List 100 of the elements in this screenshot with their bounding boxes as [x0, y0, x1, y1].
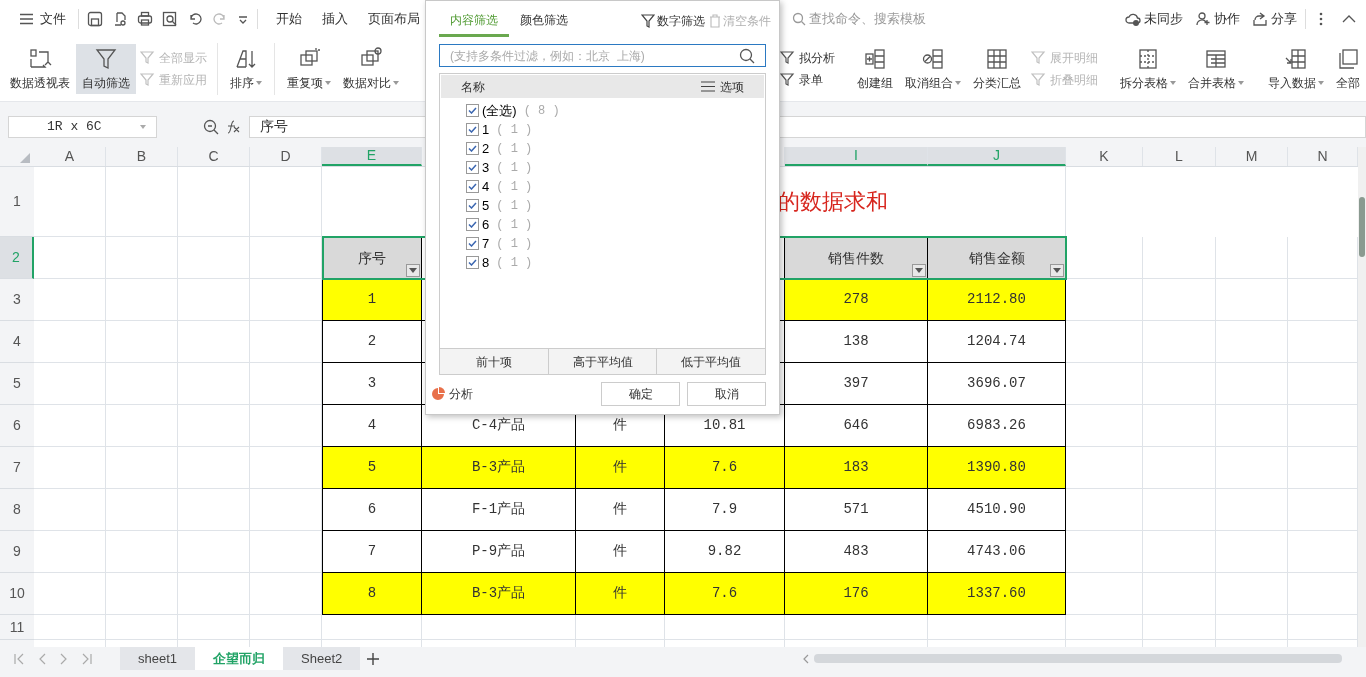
ribbon-tab[interactable]: 插入	[312, 8, 358, 29]
sheet-cell[interactable]	[1143, 405, 1216, 447]
sheet-cell[interactable]	[34, 363, 106, 405]
horizontal-scrollbar-thumb[interactable]	[814, 654, 1342, 663]
ribbon-button[interactable]: 拟分析	[780, 49, 835, 67]
sheet-cell[interactable]	[1066, 531, 1143, 573]
column-header[interactable]: M	[1216, 147, 1288, 166]
sheet-cell[interactable]	[1216, 531, 1288, 573]
ribbon-button[interactable]: 导入数据	[1262, 44, 1330, 94]
filter-option[interactable]: 3 ( 1 )	[466, 158, 533, 177]
sheet-tab[interactable]: Sheet2	[283, 647, 361, 670]
sheet-cell[interactable]	[34, 531, 106, 573]
sheet-cell[interactable]	[178, 321, 250, 363]
column-header[interactable]: C	[178, 147, 250, 166]
export-icon[interactable]	[112, 10, 128, 27]
sheet-cell[interactable]	[1143, 489, 1216, 531]
options-button[interactable]: 选项	[701, 77, 744, 96]
filter-option[interactable]: 7 ( 1 )	[466, 234, 533, 253]
sheet-cell[interactable]	[106, 573, 178, 615]
sheet-cell[interactable]	[1066, 615, 1143, 640]
preview-icon[interactable]	[162, 10, 178, 27]
toolbar-button[interactable]: 协作	[1195, 8, 1240, 29]
sheet-cell[interactable]	[178, 447, 250, 489]
sheet-cell[interactable]	[1216, 237, 1288, 279]
sheet-cell[interactable]	[34, 489, 106, 531]
sheet-cell[interactable]	[1143, 279, 1216, 321]
sheet-cell[interactable]	[34, 447, 106, 489]
filter-option[interactable]: 6 ( 1 )	[466, 215, 533, 234]
sheet-cell[interactable]	[1143, 237, 1216, 279]
filter-tab[interactable]: 内容筛选	[439, 5, 509, 37]
column-header[interactable]: K	[1066, 147, 1143, 166]
row-header[interactable]	[0, 640, 34, 647]
sheet-cell[interactable]	[422, 615, 576, 640]
sheet-cell[interactable]	[1216, 573, 1288, 615]
sheet-cell[interactable]	[34, 167, 106, 237]
ribbon-button[interactable]: 自动筛选	[76, 44, 136, 94]
column-header[interactable]: L	[1143, 147, 1216, 166]
sheet-cell[interactable]	[106, 447, 178, 489]
sheet-cell[interactable]	[1066, 405, 1143, 447]
sheet-cell[interactable]	[1216, 363, 1288, 405]
sheet-cell[interactable]	[106, 363, 178, 405]
filter-dropdown-button[interactable]	[1050, 264, 1064, 277]
column-header[interactable]: A	[34, 147, 106, 166]
sheet-cell[interactable]	[106, 237, 178, 279]
sheet-cell[interactable]	[1216, 615, 1288, 640]
ok-button[interactable]: 确定	[601, 382, 680, 406]
filter-dropdown-button[interactable]	[912, 264, 926, 277]
vertical-scrollbar[interactable]	[1358, 147, 1366, 647]
filter-option[interactable]: 1 ( 1 )	[466, 120, 533, 139]
scroll-left-icon[interactable]	[802, 653, 810, 664]
sheet-cell[interactable]	[1143, 363, 1216, 405]
cancel-button[interactable]: 取消	[687, 382, 766, 406]
sheet-cell[interactable]	[1216, 321, 1288, 363]
ribbon-button[interactable]: 重复项	[281, 44, 337, 94]
row-header[interactable]: 7	[0, 447, 34, 489]
ribbon-button[interactable]: 排序	[224, 44, 268, 94]
save-icon[interactable]	[87, 10, 103, 27]
sheet-cell[interactable]	[34, 321, 106, 363]
filter-dropdown-button[interactable]	[406, 264, 420, 277]
select-all-icon[interactable]	[20, 153, 30, 163]
quick-filter-button[interactable]: 低于平均值	[656, 349, 765, 374]
sheet-cell[interactable]	[1143, 447, 1216, 489]
sheet-cell[interactable]	[106, 531, 178, 573]
row-header[interactable]: 6	[0, 405, 34, 447]
undo-icon[interactable]	[187, 10, 203, 27]
file-menu[interactable]: 文件	[15, 8, 70, 29]
ribbon-button[interactable]: 录单	[780, 71, 835, 89]
toolbar-button[interactable]: 未同步	[1125, 8, 1183, 29]
sheet-cell[interactable]	[34, 573, 106, 615]
sheet-cell[interactable]	[106, 321, 178, 363]
zoom-icon[interactable]	[203, 118, 219, 135]
sheet-cell[interactable]	[1066, 321, 1143, 363]
print-icon[interactable]	[137, 10, 153, 27]
sheet-cell[interactable]	[785, 615, 928, 640]
filter-option[interactable]: 8 ( 1 )	[466, 253, 533, 272]
ribbon-button[interactable]: 创建组	[851, 44, 899, 94]
sheet-cell[interactable]	[106, 489, 178, 531]
row-header[interactable]: 5	[0, 363, 34, 405]
sheet-cell[interactable]	[1066, 363, 1143, 405]
row-header[interactable]: 9	[0, 531, 34, 573]
scrollbar-thumb[interactable]	[1359, 197, 1365, 257]
sheet-cell[interactable]	[178, 237, 250, 279]
ribbon-tab[interactable]: 开始	[266, 8, 312, 29]
sheet-cell[interactable]	[1066, 237, 1143, 279]
sheet-cell[interactable]	[178, 363, 250, 405]
sheet-cell[interactable]	[1216, 279, 1288, 321]
sheet-cell[interactable]	[1066, 489, 1143, 531]
sheet-cell[interactable]	[178, 615, 250, 640]
collapse-icon[interactable]	[1342, 13, 1356, 24]
sheet-tab[interactable]: sheet1	[120, 647, 196, 670]
ribbon-button[interactable]: 拆分表格	[1114, 44, 1182, 94]
sheet-cell[interactable]	[178, 489, 250, 531]
sheet-cell[interactable]	[1216, 405, 1288, 447]
quick-filter-button[interactable]: 高于平均值	[547, 349, 657, 374]
add-sheet-icon[interactable]	[366, 651, 381, 666]
filter-option[interactable]: 5 ( 1 )	[466, 196, 533, 215]
sheet-cell[interactable]	[178, 573, 250, 615]
row-header[interactable]: 4	[0, 321, 34, 363]
filter-tab[interactable]: 颜色筛选	[509, 5, 579, 37]
sheet-cell[interactable]	[322, 615, 422, 640]
